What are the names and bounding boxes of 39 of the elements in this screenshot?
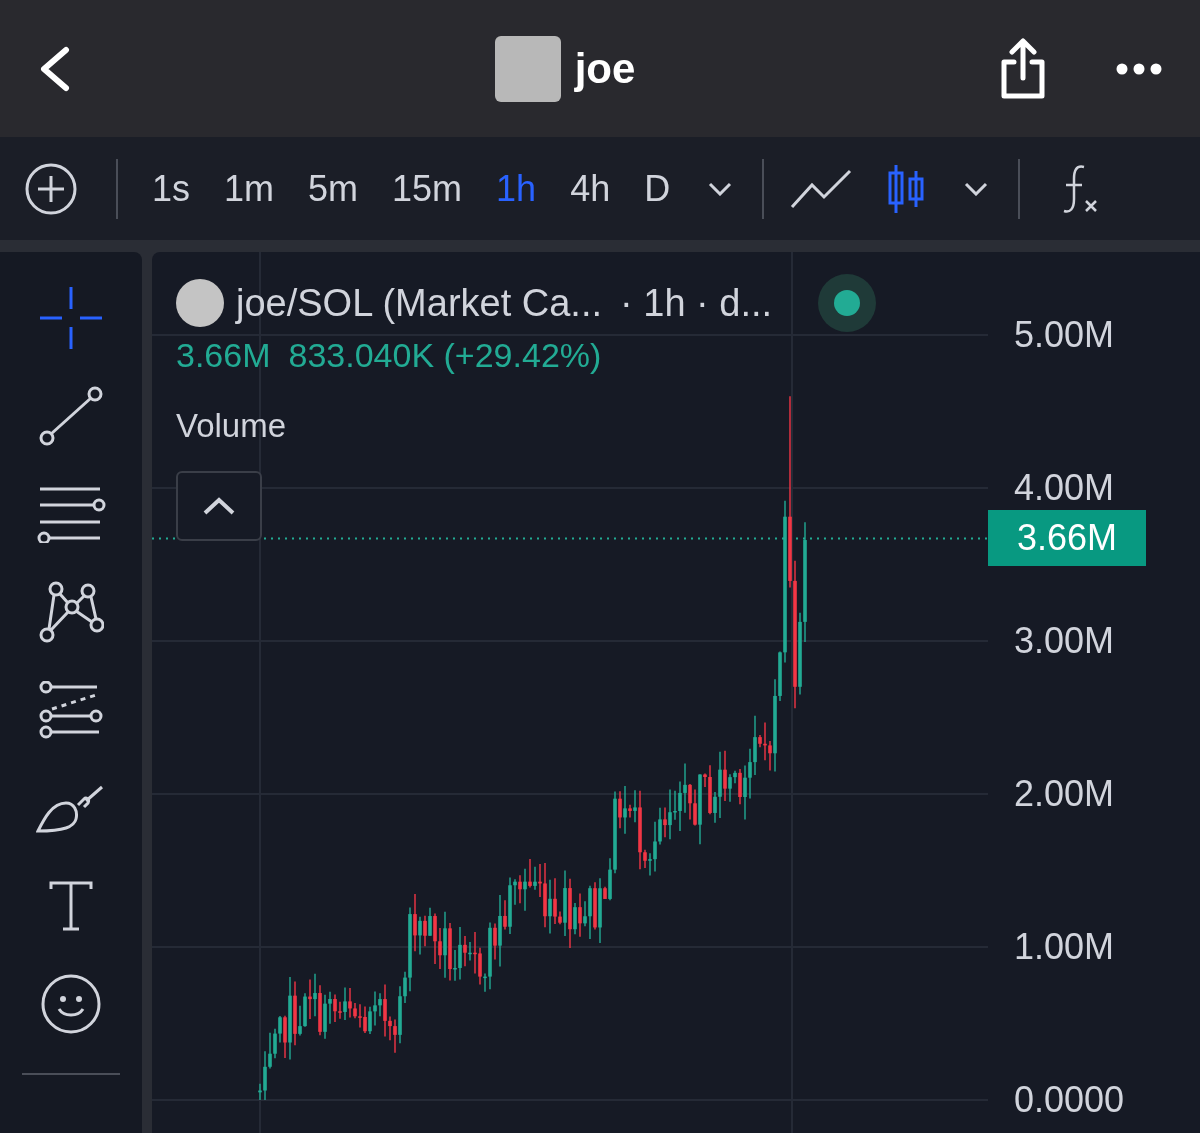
smiley-icon [40, 973, 102, 1035]
interval-tab[interactable]: 1m [224, 161, 275, 216]
token-image-placeholder [494, 35, 561, 102]
price-axis-label: 4.00M [1014, 468, 1115, 508]
price-axis-label: 2.00M [1014, 774, 1115, 814]
price-axis-label: 5.00M [1014, 315, 1115, 355]
projection-icon [38, 681, 104, 739]
candlestick-icon[interactable] [886, 162, 925, 215]
interval-tab[interactable]: 1s [152, 161, 191, 216]
price-axis-label: 1.00M [1014, 927, 1115, 967]
volume-label: Volume [176, 406, 288, 446]
interval-tab[interactable]: 4h [570, 161, 611, 216]
last-price: 3.66M [176, 335, 271, 376]
more-icon[interactable] [1116, 62, 1162, 75]
current-price-label: 3.66M [988, 510, 1146, 566]
pattern-icon [38, 581, 104, 643]
price-axis-label: 0.0000 [1014, 1080, 1125, 1120]
interval-tab[interactable]: 15m [392, 161, 463, 216]
chevron-down-icon[interactable] [964, 181, 989, 196]
interval-tab[interactable]: D [644, 161, 671, 216]
share-icon[interactable] [1000, 37, 1046, 100]
brush-icon [36, 783, 106, 833]
text-tool-icon [49, 881, 93, 931]
back-icon[interactable] [38, 45, 70, 92]
symbol-title: joe/SOL (Market Ca... [236, 280, 603, 326]
collapse-button[interactable] [176, 470, 262, 541]
chevron-down-icon[interactable] [708, 181, 733, 196]
interval-tab[interactable]: 5m [308, 161, 359, 216]
add-icon[interactable] [24, 161, 78, 216]
token-title: joe [574, 44, 636, 94]
crosshair-icon [38, 285, 104, 351]
parallel-lines-icon [36, 485, 106, 543]
token-avatar-placeholder [176, 279, 224, 327]
chevron-up-icon [203, 496, 235, 515]
symbol-details: · 1h · d... [620, 280, 773, 326]
line-chart-icon[interactable] [790, 168, 853, 209]
trend-line-icon [38, 385, 104, 447]
price-change: 833.040K (+29.42%) [288, 335, 602, 376]
price-axis-label: 3.00M [1014, 621, 1115, 661]
